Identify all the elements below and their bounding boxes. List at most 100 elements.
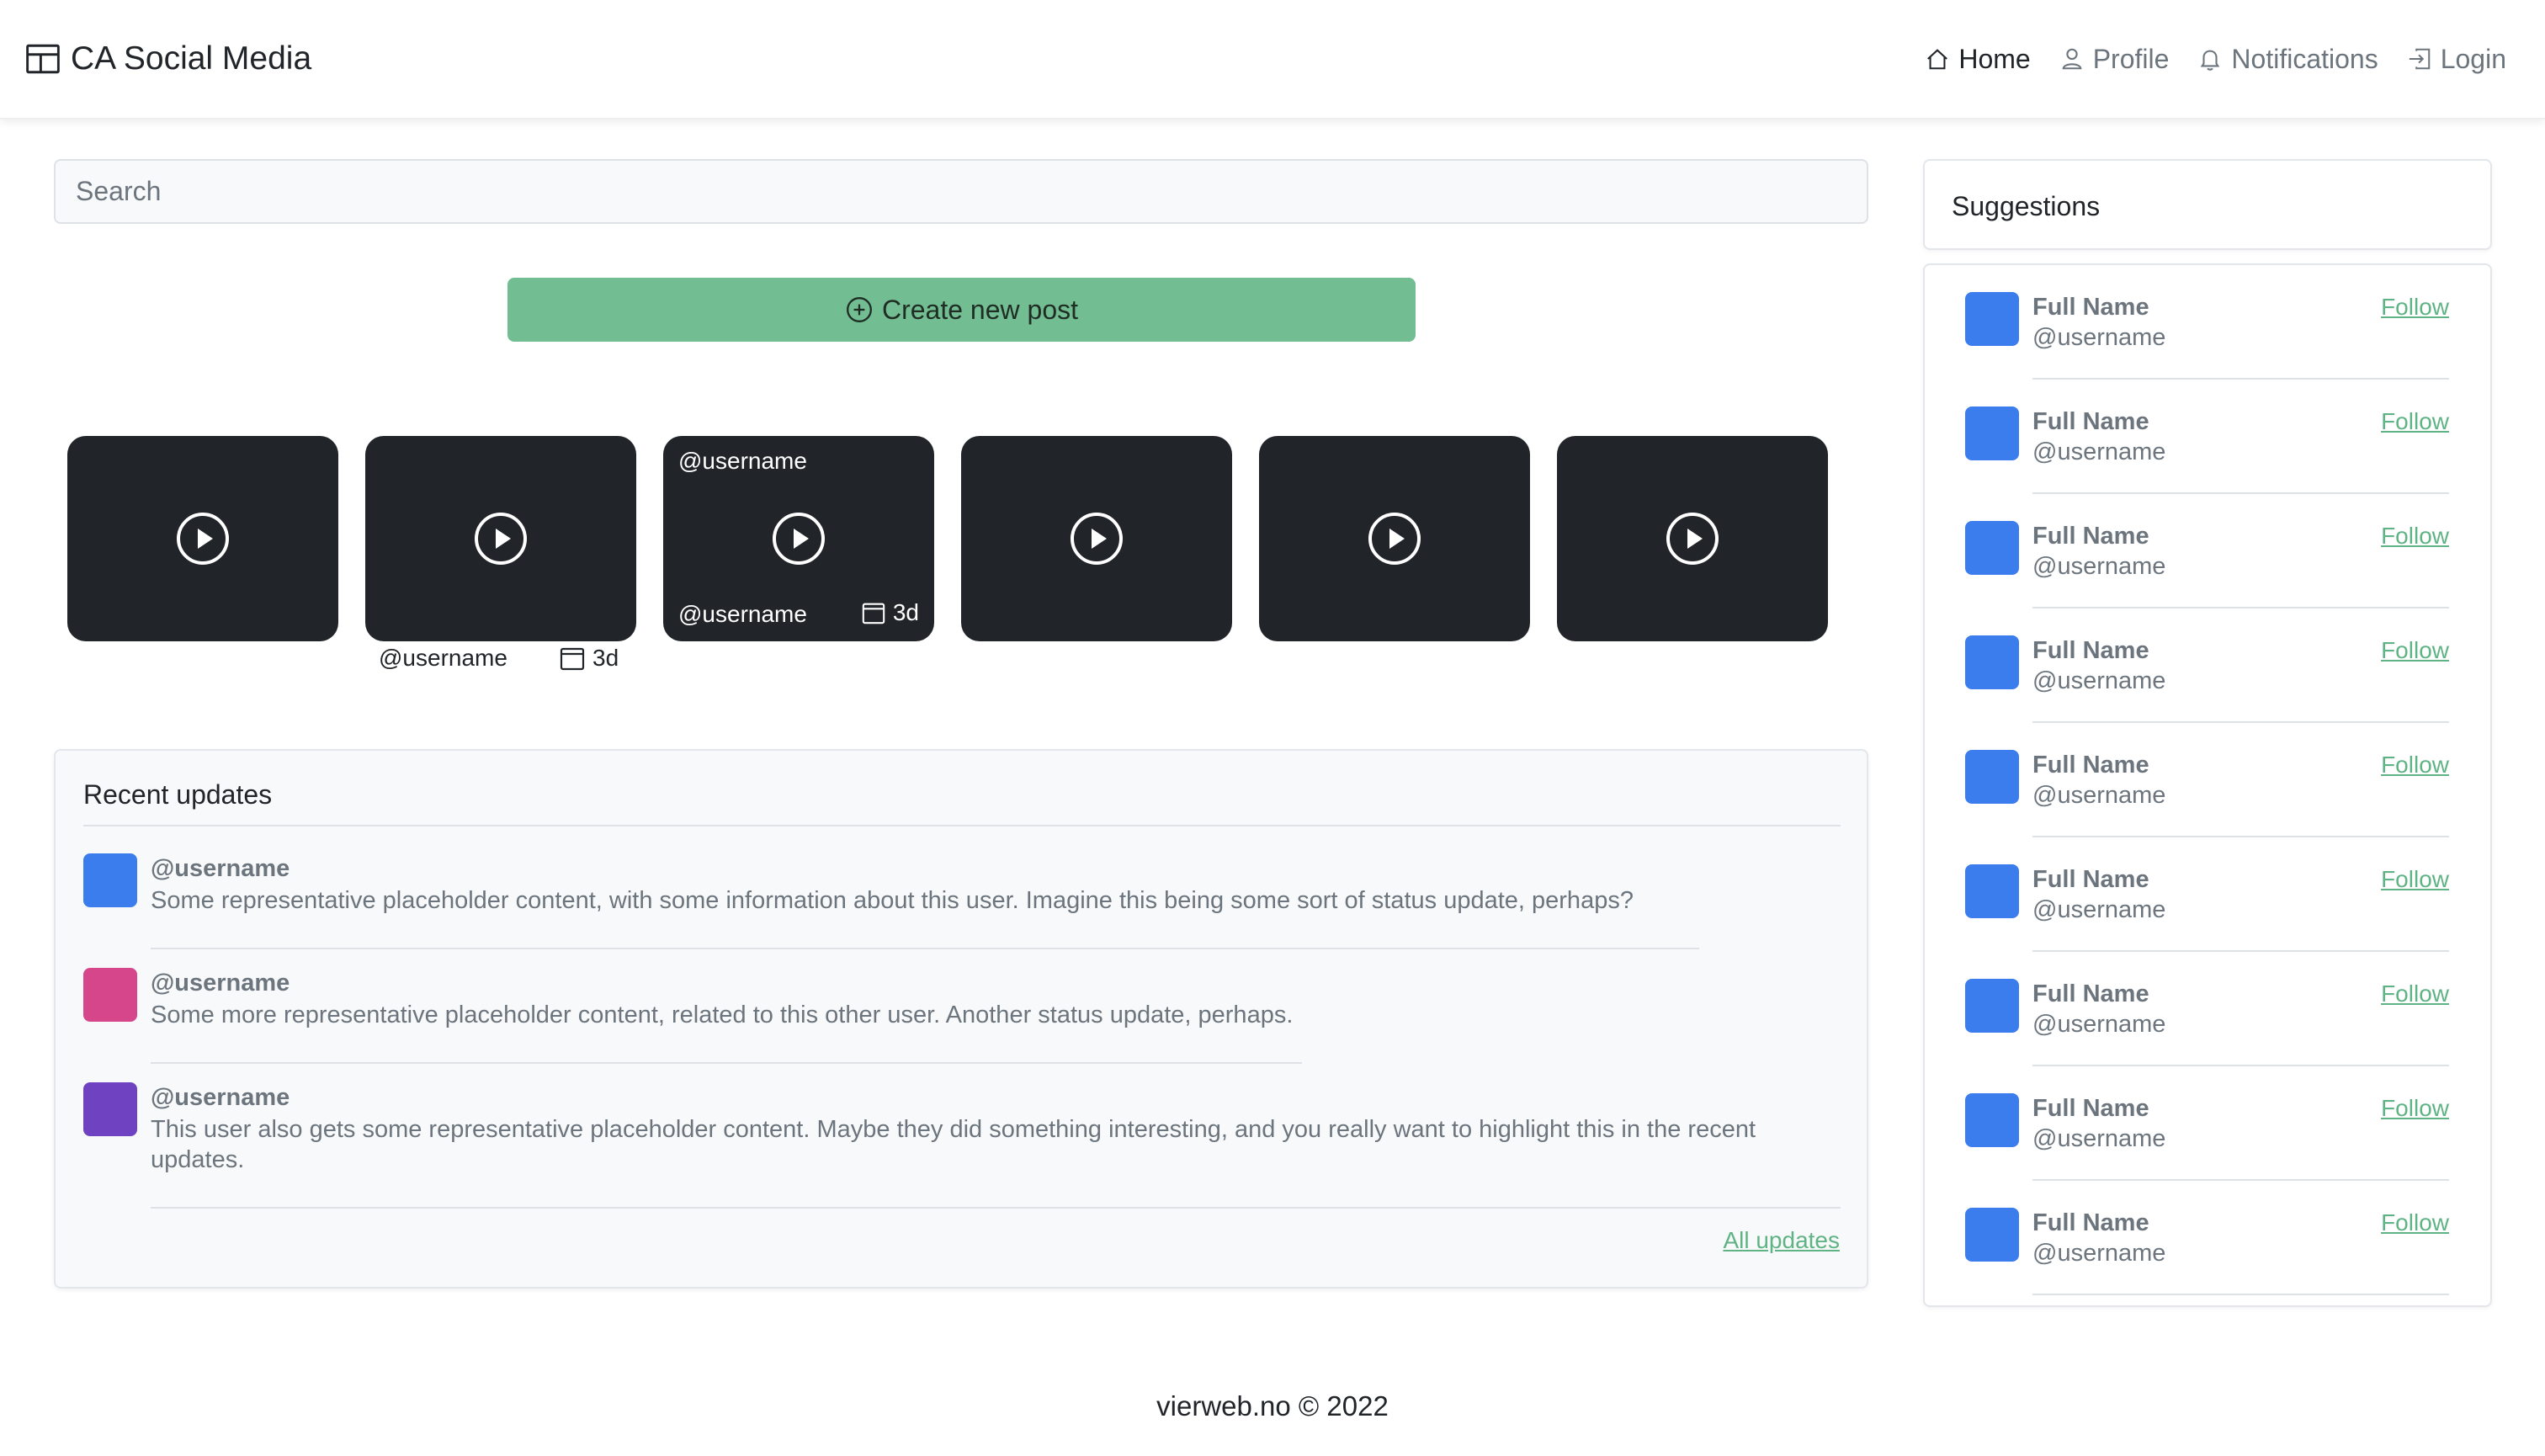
play-icon: [1071, 513, 1123, 565]
avatar[interactable]: [1965, 407, 2019, 460]
nav-home[interactable]: Home: [1925, 43, 2031, 75]
navbar: CA Social Media Home Profile Notificatio…: [0, 0, 2545, 119]
suggestions-header: Suggestions: [1923, 159, 2492, 250]
follow-link[interactable]: Follow: [2381, 752, 2449, 778]
suggestion-item: Full Name @username Follow: [1965, 265, 2449, 380]
suggestion-username: @username: [2032, 1011, 2166, 1038]
story-date-label: 3d: [592, 645, 619, 671]
create-post-button[interactable]: Create new post: [507, 278, 1416, 342]
update-text: This user also gets some representative …: [151, 1116, 1756, 1173]
bell-icon: [2201, 50, 2220, 71]
story-date: 3d: [861, 599, 919, 626]
plus-circle-icon: [847, 297, 872, 322]
main-nav: Home Profile Notifications Login: [1925, 35, 2506, 82]
suggestion-item: Full Name @username Follow: [1965, 608, 2449, 723]
follow-link[interactable]: Follow: [2381, 1209, 2449, 1236]
suggestion-username: @username: [2032, 1240, 2166, 1267]
story-tile[interactable]: @username @username 3d: [663, 436, 934, 641]
avatar[interactable]: [83, 968, 137, 1022]
story-tile[interactable]: [1259, 436, 1530, 641]
search-input[interactable]: [54, 159, 1868, 224]
suggestion-full-name[interactable]: Full Name: [2032, 523, 2149, 550]
update-item: @username Some representative placeholde…: [83, 853, 1841, 954]
layout-icon: [26, 44, 60, 74]
follow-link[interactable]: Follow: [2381, 294, 2449, 321]
follow-link[interactable]: Follow: [2381, 980, 2449, 1007]
all-updates-link[interactable]: All updates: [1723, 1227, 1840, 1254]
brand[interactable]: CA Social Media: [25, 35, 311, 82]
suggestion-full-name[interactable]: Full Name: [2032, 294, 2149, 321]
suggestion-full-name[interactable]: Full Name: [2032, 980, 2149, 1008]
suggestion-item: Full Name @username Follow: [1965, 494, 2449, 608]
suggestion-item: Full Name @username Follow: [1965, 1066, 2449, 1181]
suggestion-item: Full Name @username Follow: [1965, 952, 2449, 1066]
play-icon: [177, 513, 229, 565]
update-username[interactable]: @username: [151, 970, 290, 997]
divider: [83, 825, 1841, 826]
play-icon: [475, 513, 527, 565]
suggestion-full-name[interactable]: Full Name: [2032, 1209, 2149, 1237]
avatar[interactable]: [1965, 635, 2019, 689]
recent-updates-card: Recent updates @username Some representa…: [54, 749, 1868, 1289]
story-date-label: 3d: [892, 599, 919, 625]
person-icon: [2062, 48, 2082, 70]
play-icon: [773, 513, 825, 565]
story-username: @username: [678, 601, 807, 627]
avatar[interactable]: [1965, 292, 2019, 346]
suggestion-full-name[interactable]: Full Name: [2032, 866, 2149, 894]
suggestion-item: Full Name @username Follow: [1965, 380, 2449, 494]
follow-link[interactable]: Follow: [2381, 637, 2449, 664]
update-item: @username This user also gets some repre…: [83, 1082, 1841, 1217]
suggestion-username: @username: [2032, 1125, 2166, 1152]
avatar[interactable]: [1965, 1208, 2019, 1262]
update-username[interactable]: @username: [151, 1084, 290, 1112]
divider: [151, 1207, 1841, 1209]
nav-notifications-label: Notifications: [2231, 43, 2378, 74]
follow-link[interactable]: Follow: [2381, 408, 2449, 435]
divider: [151, 1062, 1302, 1064]
nav-profile[interactable]: Profile: [2059, 44, 2169, 75]
nav-login[interactable]: Login: [2407, 44, 2506, 75]
divider: [2032, 1294, 2449, 1295]
nav-notifications[interactable]: Notifications: [2197, 44, 2378, 75]
calendar-icon: [862, 603, 885, 624]
play-icon: [1368, 513, 1421, 565]
avatar[interactable]: [1965, 750, 2019, 804]
avatar[interactable]: [83, 853, 137, 907]
suggestion-username: @username: [2032, 896, 2166, 923]
suggestion-full-name[interactable]: Full Name: [2032, 1095, 2149, 1123]
suggestion-item: Full Name @username Follow: [1965, 1181, 2449, 1295]
follow-link[interactable]: Follow: [2381, 523, 2449, 550]
story-tile[interactable]: [67, 436, 338, 641]
suggestion-full-name[interactable]: Full Name: [2032, 408, 2149, 436]
brand-label: CA Social Media: [71, 40, 312, 77]
suggestions-list: Full Name @username Follow Full Name @userna…: [1923, 263, 2492, 1307]
avatar[interactable]: [1965, 1093, 2019, 1147]
divider: [151, 948, 1699, 949]
follow-link[interactable]: Follow: [2381, 866, 2449, 893]
suggestion-full-name[interactable]: Full Name: [2032, 752, 2149, 779]
suggestion-item: Full Name @username Follow: [1965, 837, 2449, 952]
update-username[interactable]: @username: [151, 855, 290, 883]
story-username: @username: [379, 645, 507, 671]
suggestion-username: @username: [2032, 553, 2166, 580]
update-text: Some more representative placeholder con…: [151, 1002, 1294, 1028]
story-tile[interactable]: [1557, 436, 1828, 641]
avatar[interactable]: [1965, 979, 2019, 1033]
avatar[interactable]: [83, 1082, 137, 1136]
suggestion-full-name[interactable]: Full Name: [2032, 637, 2149, 665]
avatar[interactable]: [1965, 864, 2019, 918]
create-post-label: Create new post: [881, 294, 1078, 325]
recent-updates-title: Recent updates: [83, 779, 273, 810]
follow-link[interactable]: Follow: [2381, 1095, 2449, 1122]
suggestions-title: Suggestions: [1952, 191, 2101, 221]
update-text: Some representative placeholder content,…: [151, 887, 1634, 914]
nav-home-label: Home: [1958, 43, 2031, 74]
avatar[interactable]: [1965, 521, 2019, 575]
suggestion-username: @username: [2032, 782, 2166, 809]
house-icon: [1927, 49, 1948, 70]
play-icon: [1666, 513, 1719, 565]
story-tile[interactable]: [365, 436, 636, 641]
story-tile[interactable]: [961, 436, 1232, 641]
update-item: @username Some more representative place…: [83, 968, 1841, 1069]
